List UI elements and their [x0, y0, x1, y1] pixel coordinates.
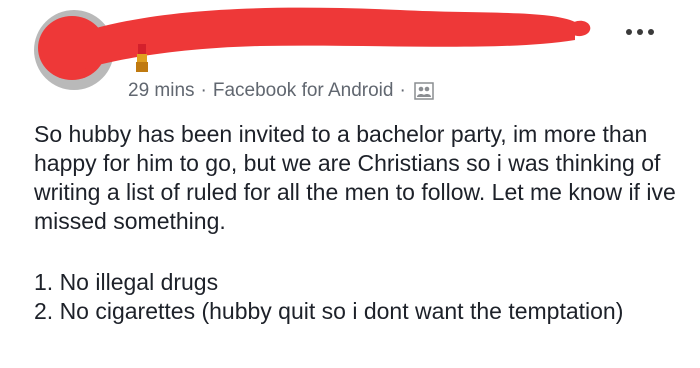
meta-separator: · [200, 80, 207, 101]
author-name-redaction [60, 7, 591, 70]
meta-separator: · [399, 80, 406, 101]
post-timestamp[interactable]: 29 mins [128, 80, 195, 102]
more-options-icon[interactable] [624, 26, 656, 38]
rules-list: 1. No illegal drugs 2. No cigarettes (hu… [34, 268, 684, 326]
lipstick-emoji-icon [136, 44, 148, 72]
friends-audience-icon[interactable] [414, 82, 434, 100]
facebook-post: 29 mins · Facebook for Android · So hubb… [0, 0, 700, 368]
post-meta: 29 mins · Facebook for Android · [128, 80, 434, 102]
post-body: So hubby has been invited to a bachelor … [34, 120, 684, 236]
rule-item: 1. No illegal drugs [34, 269, 219, 295]
post-message: So hubby has been invited to a bachelor … [34, 121, 676, 234]
rule-item: 2. No cigarettes (hubby quit so i dont w… [34, 298, 624, 324]
post-source: Facebook for Android [212, 80, 394, 101]
